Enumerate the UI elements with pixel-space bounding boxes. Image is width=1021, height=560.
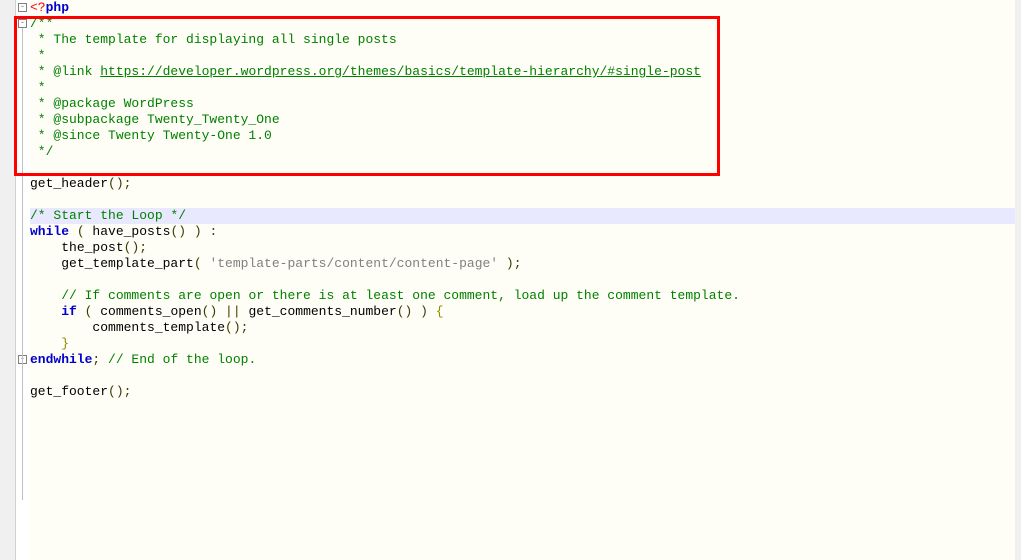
code-line[interactable]: /* Start the Loop */ bbox=[30, 208, 1015, 224]
token-com: /* Start the Loop */ bbox=[30, 208, 186, 223]
code-line[interactable] bbox=[30, 192, 1015, 208]
token-func: the_post bbox=[61, 240, 123, 255]
token-func: have_posts bbox=[92, 224, 170, 239]
token-func: get_comments_number bbox=[248, 304, 396, 319]
code-line[interactable]: * The template for displaying all single… bbox=[30, 32, 1015, 48]
token-com: */ bbox=[30, 144, 53, 159]
token-punc: (); bbox=[108, 176, 131, 191]
token-func: comments_template bbox=[92, 320, 225, 335]
code-line[interactable]: * bbox=[30, 48, 1015, 64]
token-com: // End of the loop. bbox=[108, 352, 256, 367]
token-punc: (); bbox=[124, 240, 147, 255]
fold-guide-line bbox=[22, 364, 23, 404]
token-func: get_template_part bbox=[61, 256, 194, 271]
code-line[interactable]: get_header(); bbox=[30, 176, 1015, 192]
code-line[interactable]: } bbox=[30, 336, 1015, 352]
token-func: comments_open bbox=[100, 304, 201, 319]
line-number-gutter bbox=[0, 0, 16, 560]
token-brace: } bbox=[61, 336, 69, 351]
token-link: https://developer.wordpress.org/themes/b… bbox=[100, 64, 701, 79]
vertical-scrollbar[interactable] bbox=[1015, 0, 1021, 560]
code-line[interactable]: get_template_part( 'template-parts/conte… bbox=[30, 256, 1015, 272]
code-line[interactable]: * @package WordPress bbox=[30, 96, 1015, 112]
token-brace: { bbox=[436, 304, 444, 319]
fold-guide-line bbox=[22, 28, 23, 500]
token-punc bbox=[30, 256, 61, 271]
fold-rail: --- bbox=[16, 0, 30, 560]
token-kw: endwhile bbox=[30, 352, 92, 367]
token-tag: <? bbox=[30, 0, 46, 15]
token-punc: () ) bbox=[397, 304, 436, 319]
token-punc bbox=[30, 336, 61, 351]
token-com: * bbox=[30, 48, 46, 63]
code-line[interactable]: get_footer(); bbox=[30, 384, 1015, 400]
token-punc: ( bbox=[69, 224, 92, 239]
code-line[interactable]: /** bbox=[30, 16, 1015, 32]
token-punc bbox=[30, 320, 92, 335]
token-punc bbox=[30, 240, 61, 255]
code-line[interactable]: * @link https://developer.wordpress.org/… bbox=[30, 64, 1015, 80]
token-com: /** bbox=[30, 16, 53, 31]
code-line[interactable]: endwhile; // End of the loop. bbox=[30, 352, 1015, 368]
code-line[interactable] bbox=[30, 160, 1015, 176]
token-punc: ; bbox=[92, 352, 108, 367]
code-line[interactable] bbox=[30, 272, 1015, 288]
code-line[interactable]: * bbox=[30, 80, 1015, 96]
fold-toggle-icon[interactable]: - bbox=[18, 19, 27, 28]
token-com: * @since Twenty Twenty-One 1.0 bbox=[30, 128, 272, 143]
code-line[interactable] bbox=[30, 368, 1015, 384]
token-punc: ); bbox=[498, 256, 521, 271]
token-com: * @subpackage Twenty_Twenty_One bbox=[30, 112, 280, 127]
code-line[interactable]: comments_template(); bbox=[30, 320, 1015, 336]
token-com: * bbox=[30, 80, 46, 95]
code-line[interactable]: if ( comments_open() || get_comments_num… bbox=[30, 304, 1015, 320]
code-line[interactable]: // If comments are open or there is at l… bbox=[30, 288, 1015, 304]
token-com: * The template for displaying all single… bbox=[30, 32, 397, 47]
token-punc: ( bbox=[77, 304, 100, 319]
token-punc bbox=[30, 304, 61, 319]
fold-toggle-icon[interactable]: - bbox=[18, 3, 27, 12]
code-line[interactable]: */ bbox=[30, 144, 1015, 160]
code-area[interactable]: <?php/** * The template for displaying a… bbox=[30, 0, 1015, 400]
code-line[interactable]: while ( have_posts() ) : bbox=[30, 224, 1015, 240]
token-func: get_header bbox=[30, 176, 108, 191]
token-str: 'template-parts/content/content-page' bbox=[209, 256, 498, 271]
token-com: // If comments are open or there is at l… bbox=[61, 288, 740, 303]
token-punc: ( bbox=[194, 256, 210, 271]
code-line[interactable]: * @since Twenty Twenty-One 1.0 bbox=[30, 128, 1015, 144]
token-func: get_footer bbox=[30, 384, 108, 399]
token-punc: (); bbox=[108, 384, 131, 399]
token-kw: while bbox=[30, 224, 69, 239]
token-kw: php bbox=[46, 0, 69, 15]
token-punc: () ) : bbox=[170, 224, 217, 239]
token-punc: () || bbox=[202, 304, 249, 319]
code-line[interactable]: the_post(); bbox=[30, 240, 1015, 256]
code-line[interactable]: * @subpackage Twenty_Twenty_One bbox=[30, 112, 1015, 128]
token-com: * @link bbox=[30, 64, 100, 79]
token-punc: (); bbox=[225, 320, 248, 335]
code-line[interactable]: <?php bbox=[30, 0, 1015, 16]
token-kw: if bbox=[61, 304, 77, 319]
token-com: * @package WordPress bbox=[30, 96, 194, 111]
token-punc bbox=[30, 288, 61, 303]
code-editor[interactable]: --- <?php/** * The template for displayi… bbox=[0, 0, 1021, 560]
